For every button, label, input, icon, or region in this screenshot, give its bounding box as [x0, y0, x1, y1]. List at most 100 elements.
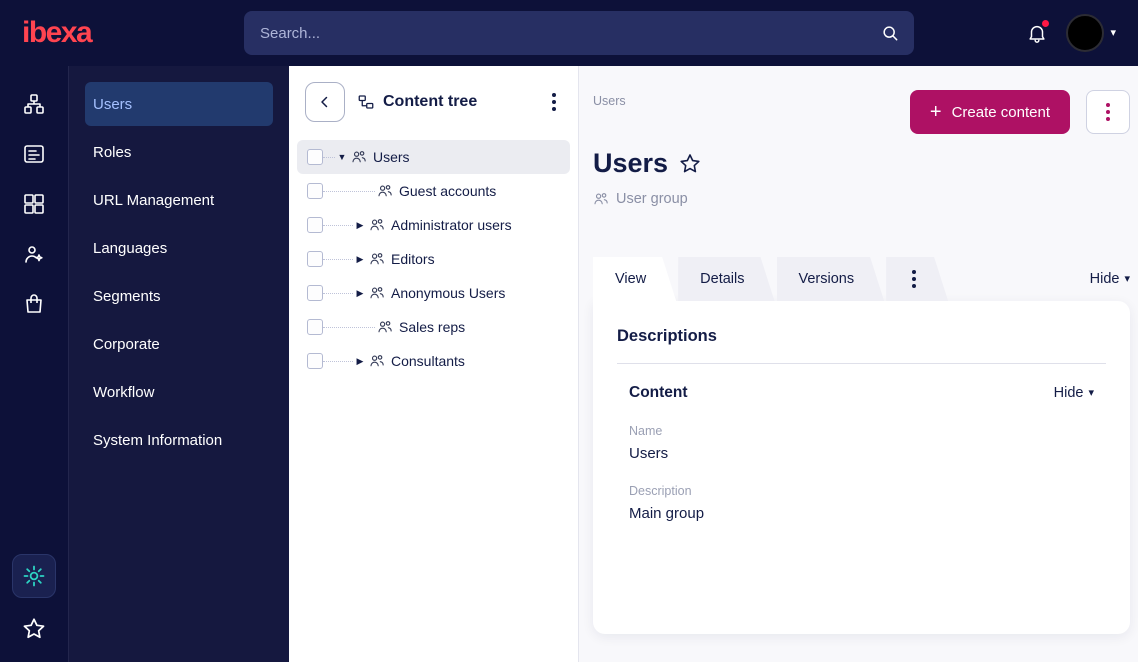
sidebar-item-label: Roles: [93, 143, 132, 161]
sidebar-item-label: Segments: [93, 287, 161, 305]
tree-expand-caret[interactable]: ▶: [353, 220, 367, 231]
rail-item-blocks[interactable]: [22, 192, 46, 216]
breadcrumb[interactable]: Users: [593, 94, 626, 108]
tree-item-sales-reps[interactable]: Sales reps: [297, 310, 570, 344]
sidebar-item-system-information[interactable]: System Information: [85, 418, 273, 462]
tree-item-label[interactable]: Sales reps: [399, 319, 465, 335]
search-icon[interactable]: [880, 23, 900, 43]
tab-details[interactable]: Details: [678, 257, 774, 301]
tree-icon: [357, 93, 375, 111]
app-root: ibexa ▾: [0, 0, 1138, 662]
tree-item-label[interactable]: Administrator users: [391, 217, 512, 233]
view-tab-card: Descriptions Content Hide ▾ Name Users D…: [593, 301, 1130, 634]
icon-rail: [0, 66, 69, 662]
tree-guide-line: [323, 360, 353, 362]
content-type-row: User group: [593, 191, 1130, 207]
content-list-icon: [22, 142, 46, 166]
global-search[interactable]: [244, 11, 914, 55]
more-actions-button[interactable]: [1086, 90, 1130, 134]
hide-group-toggle[interactable]: Hide ▾: [1054, 385, 1094, 401]
search-input[interactable]: [260, 24, 880, 42]
sidebar-item-users[interactable]: Users: [85, 82, 273, 126]
tab-versions[interactable]: Versions: [777, 257, 885, 301]
bookmarks-star-icon: [21, 616, 47, 642]
bookmark-star-icon[interactable]: [678, 152, 702, 176]
ibexa-logo[interactable]: ibexa: [22, 18, 93, 48]
tree-item-users[interactable]: ▼ Users: [297, 140, 570, 174]
tree-item-label[interactable]: Anonymous Users: [391, 285, 505, 301]
field-label: Description: [629, 484, 692, 498]
header-actions: + Create content: [909, 90, 1130, 134]
tree-item-label[interactable]: Consultants: [391, 353, 465, 369]
rail-item-bookmarks[interactable]: [21, 616, 47, 642]
content-tree-header: Content tree: [289, 66, 578, 132]
sidebar-item-label: Workflow: [93, 383, 155, 401]
tree-checkbox[interactable]: [307, 217, 323, 233]
sidebar-item-label: Corporate: [93, 335, 160, 353]
tree-item-label[interactable]: Users: [373, 149, 410, 165]
tree-item-label[interactable]: Guest accounts: [399, 183, 496, 199]
commerce-bag-icon: [22, 292, 46, 316]
tree-item-administrator-users[interactable]: ▶ Administrator users: [297, 208, 570, 242]
blocks-icon: [22, 192, 46, 216]
tree-checkbox[interactable]: [307, 285, 323, 301]
rail-item-commerce[interactable]: [22, 292, 46, 316]
topbar: ibexa ▾: [0, 0, 1138, 66]
content-group-title: Content: [629, 384, 688, 401]
user-group-icon: [593, 191, 609, 207]
rail-item-settings[interactable]: [12, 554, 56, 598]
tabs-row: View Details Versions Hide ▾: [593, 257, 1130, 301]
sidebar-item-url-management[interactable]: URL Management: [85, 178, 273, 222]
rail-item-content-list[interactable]: [22, 142, 46, 166]
content-type-label: User group: [616, 191, 688, 207]
section-divider: [617, 363, 1106, 364]
user-group-icon: [377, 319, 393, 335]
tree-checkbox[interactable]: [307, 353, 323, 369]
avatar[interactable]: [1066, 14, 1105, 52]
notifications-button[interactable]: [1026, 20, 1050, 44]
sidebar-item-roles[interactable]: Roles: [85, 130, 273, 174]
field-value: Main group: [629, 505, 705, 522]
tree-checkbox[interactable]: [307, 183, 323, 199]
collapse-tree-button[interactable]: [305, 82, 345, 122]
rail-bottom: [12, 554, 56, 646]
sidebar-item-segments[interactable]: Segments: [85, 274, 273, 318]
tree-guide-line: [323, 292, 353, 294]
rail-item-personalization[interactable]: [22, 242, 46, 266]
tree-item-consultants[interactable]: ▶ Consultants: [297, 344, 570, 378]
tree-checkbox[interactable]: [307, 319, 323, 335]
rail-item-content-structure[interactable]: [22, 92, 46, 116]
tree-item-editors[interactable]: ▶ Editors: [297, 242, 570, 276]
descriptions-heading: Descriptions: [617, 327, 717, 345]
sidebar-item-corporate[interactable]: Corporate: [85, 322, 273, 366]
tree-guide-line: [323, 326, 375, 328]
tree-expand-caret[interactable]: ▶: [353, 288, 367, 299]
main-top-row: Users + Create content: [593, 90, 1130, 134]
tree-options-kebab[interactable]: [546, 87, 562, 117]
user-menu[interactable]: ▾: [1066, 14, 1116, 52]
field-description: Description Main group: [629, 484, 1094, 522]
content-tree-title-text: Content tree: [383, 93, 478, 110]
tree-expand-caret[interactable]: ▼: [335, 152, 349, 162]
tree-expand-caret[interactable]: ▶: [353, 254, 367, 265]
tree-item-anonymous-users[interactable]: ▶ Anonymous Users: [297, 276, 570, 310]
main-content: Users + Create content Users User group …: [579, 66, 1138, 662]
content-structure-icon: [22, 92, 46, 116]
tree-item-guest-accounts[interactable]: Guest accounts: [297, 174, 570, 208]
tree-checkbox[interactable]: [307, 149, 323, 165]
tree-checkbox[interactable]: [307, 251, 323, 267]
content-tree-title: Content tree: [357, 93, 534, 111]
create-content-button[interactable]: + Create content: [909, 90, 1070, 134]
hide-panel-toggle[interactable]: Hide ▾: [1090, 271, 1130, 287]
sidebar-item-languages[interactable]: Languages: [85, 226, 273, 270]
field-name: Name Users: [629, 424, 1094, 462]
sidebar-item-label: Languages: [93, 239, 168, 257]
tree-expand-caret[interactable]: ▶: [353, 356, 367, 367]
tab-more-kebab[interactable]: [886, 257, 948, 301]
content-tree-panel: Content tree ▼ Users Guest accounts ▶ Ad…: [289, 66, 579, 662]
plus-icon: +: [929, 101, 942, 123]
tab-view[interactable]: View: [593, 257, 676, 301]
tree-item-label[interactable]: Editors: [391, 251, 435, 267]
chevron-down-icon: ▾: [1110, 26, 1116, 39]
sidebar-item-workflow[interactable]: Workflow: [85, 370, 273, 414]
